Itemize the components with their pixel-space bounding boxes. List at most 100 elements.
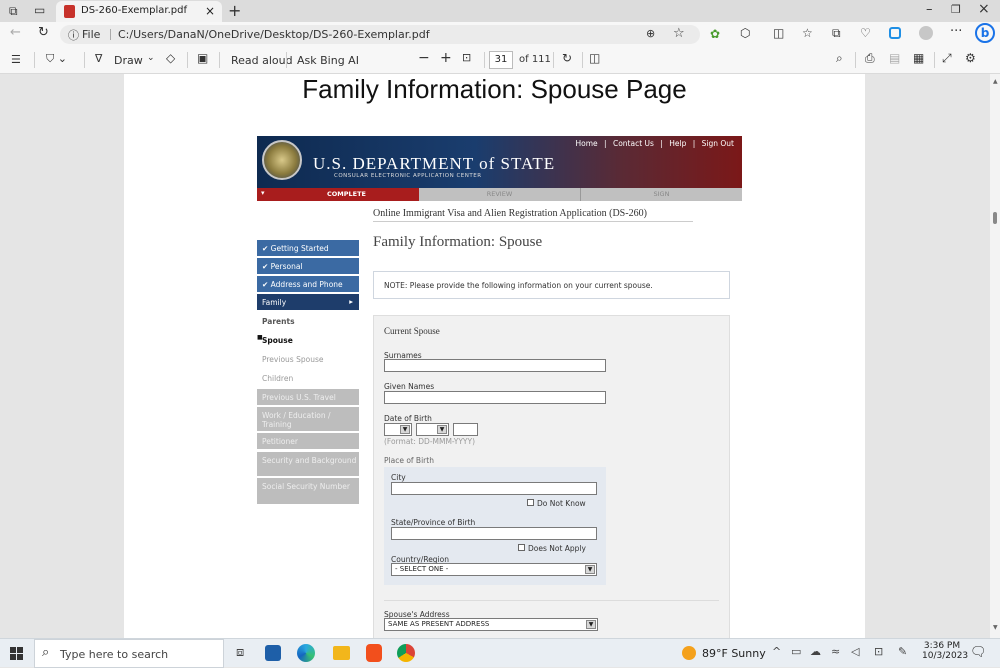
do-not-know-label: Do Not Know — [537, 499, 586, 508]
close-tab-icon[interactable]: × — [205, 4, 215, 18]
sidebar-item-security[interactable]: Security and Background — [257, 452, 359, 476]
rotate-icon[interactable]: ↻ — [562, 51, 572, 65]
erase-icon[interactable]: ◇ — [166, 51, 175, 65]
file-explorer-icon[interactable] — [333, 646, 350, 660]
brave-browser-icon[interactable] — [366, 644, 382, 662]
task-view-icon[interactable]: ⧈ — [236, 645, 244, 660]
search-box[interactable]: ⌕ Type here to search — [34, 639, 224, 668]
draw-button[interactable]: Draw — [114, 54, 143, 67]
does-not-apply-checkbox[interactable] — [518, 544, 525, 551]
collections-icon[interactable]: ⧉ — [832, 26, 841, 41]
page-heading: Family Information: Spouse — [373, 234, 543, 250]
edge-browser-icon[interactable] — [297, 644, 315, 662]
pen-icon[interactable]: ✎ — [898, 645, 907, 658]
country-select[interactable]: - SELECT ONE - ▼ — [391, 563, 597, 576]
save-as-icon[interactable]: ▦ — [913, 51, 924, 65]
help-link[interactable]: Help — [669, 139, 686, 148]
minimize-button[interactable]: – — [926, 2, 933, 17]
sidebar-item-family[interactable]: Family ▸ — [257, 294, 359, 310]
cloud-icon[interactable]: ☁ — [810, 645, 821, 658]
country-select-value: - SELECT ONE - — [395, 565, 449, 573]
clock[interactable]: 3:36 PM 10/3/2023 — [922, 641, 968, 661]
step-sign: SIGN — [653, 190, 670, 198]
scrollbar-thumb[interactable] — [993, 212, 997, 224]
extensions-puzzle-icon[interactable]: ⬡ — [740, 26, 750, 40]
sidebar-item-previous-spouse[interactable]: Previous Spouse — [257, 351, 359, 367]
note-text: NOTE: Please provide the following infor… — [384, 281, 653, 290]
zoom-out-icon[interactable]: − — [418, 50, 430, 66]
given-names-label: Given Names — [384, 382, 435, 391]
text-icon[interactable]: ▣ — [197, 51, 208, 65]
app-icon-calendar[interactable] — [265, 645, 281, 661]
print-icon[interactable]: ⎙ — [865, 51, 875, 66]
sidebar-item-work-education[interactable]: Work / Education / Training — [257, 407, 359, 431]
do-not-know-checkbox[interactable] — [527, 499, 534, 506]
fullscreen-icon[interactable]: ⤢ — [942, 51, 952, 66]
battery-icon[interactable]: ▭ — [791, 645, 801, 658]
language-icon[interactable]: ⊡ — [874, 645, 883, 658]
surnames-input[interactable] — [384, 359, 606, 372]
restore-button[interactable]: ❐ — [951, 3, 961, 16]
dob-day-select[interactable]: ▼ — [384, 423, 412, 436]
close-window-button[interactable]: × — [978, 1, 990, 17]
sidebar-item-getting-started[interactable]: ✔ Getting Started — [257, 240, 359, 256]
volume-icon[interactable]: ◁ — [851, 645, 859, 658]
tab-actions-icon[interactable]: ▭ — [34, 3, 45, 17]
state-label: State/Province of Birth — [391, 518, 476, 527]
bing-chat-icon[interactable]: b — [975, 23, 995, 43]
top-links: Home | Contact Us | Help | Sign Out — [575, 139, 734, 148]
contents-icon[interactable]: ☰ — [11, 53, 21, 66]
tab-ds260[interactable]: DS-260-Exemplar.pdf × — [56, 1, 222, 22]
chevron-right-icon: ▸ — [349, 297, 353, 306]
pdf-file-icon — [64, 5, 75, 18]
split-screen-icon[interactable]: ◫ — [773, 26, 784, 40]
weather-sun-icon[interactable] — [682, 646, 696, 660]
given-names-input[interactable] — [384, 391, 606, 404]
page-view-icon[interactable]: ◫ — [589, 51, 600, 65]
city-input[interactable] — [391, 482, 597, 495]
profile-avatar[interactable] — [919, 26, 933, 40]
sidebar-item-petitioner[interactable]: Petitioner — [257, 433, 359, 449]
zoom-in-icon[interactable]: + — [440, 50, 452, 66]
does-not-apply-label: Does Not Apply — [528, 544, 586, 553]
fit-page-icon[interactable]: ⊡ — [462, 51, 471, 64]
weather-text[interactable]: 89°F Sunny — [702, 647, 766, 660]
sidebar-item-address-phone[interactable]: ✔ Address and Phone — [257, 276, 359, 292]
wifi-icon[interactable]: ≈ — [831, 645, 840, 658]
draw-dropdown-icon[interactable]: ⌄ — [147, 53, 155, 63]
page-total: of 111 — [519, 54, 551, 65]
find-icon[interactable]: ⌕ — [836, 51, 843, 66]
more-menu-icon[interactable]: ··· — [950, 24, 962, 39]
settings-gear-icon[interactable]: ⚙ — [965, 51, 976, 65]
page-number-input[interactable]: 31 — [489, 51, 513, 69]
chrome-browser-icon[interactable] — [397, 644, 415, 662]
dob-year-input[interactable] — [453, 423, 478, 436]
edge-feature-icon[interactable] — [889, 27, 901, 39]
home-link[interactable]: Home — [575, 139, 597, 148]
sidebar-item-parents[interactable]: Parents — [257, 313, 359, 329]
draw-icon[interactable]: ∇ — [95, 52, 102, 65]
sidebar-item-previous-travel[interactable]: Previous U.S. Travel — [257, 389, 359, 405]
state-input[interactable] — [391, 527, 597, 540]
sign-out-link[interactable]: Sign Out — [702, 139, 734, 148]
ask-bing-button[interactable]: Ask Bing AI — [297, 54, 359, 67]
workspaces-icon[interactable]: ⧉ — [9, 4, 18, 19]
windows-start-icon[interactable] — [10, 647, 23, 660]
browser-essentials-icon[interactable]: ♡ — [860, 26, 871, 40]
dob-month-select[interactable]: ▼ — [416, 423, 449, 436]
notifications-icon[interactable]: 🗨 — [970, 645, 987, 660]
sidebar-item-ssn[interactable]: Social Security Number — [257, 478, 359, 504]
sidebar-item-children[interactable]: Children — [257, 370, 359, 386]
address-select[interactable]: SAME AS PRESENT ADDRESS ▼ — [384, 618, 598, 631]
sidebar-item-spouse[interactable]: ■ Spouse — [257, 332, 359, 348]
extension-icon[interactable]: ✿ — [710, 27, 720, 41]
contact-us-link[interactable]: Contact Us — [613, 139, 654, 148]
sidebar-item-personal[interactable]: ✔ Personal — [257, 258, 359, 274]
favorites-icon[interactable]: ☆ — [802, 26, 813, 40]
tray-chevron-icon[interactable]: ^ — [772, 645, 781, 658]
scrollbar[interactable]: ▲ ▼ — [990, 74, 1000, 638]
highlight-icon[interactable]: ⛉ ⌄ — [46, 52, 67, 66]
save-icon[interactable]: ▤ — [889, 51, 900, 65]
new-tab-button[interactable]: + — [228, 1, 241, 20]
read-aloud-button[interactable]: Read aloud — [231, 54, 293, 67]
